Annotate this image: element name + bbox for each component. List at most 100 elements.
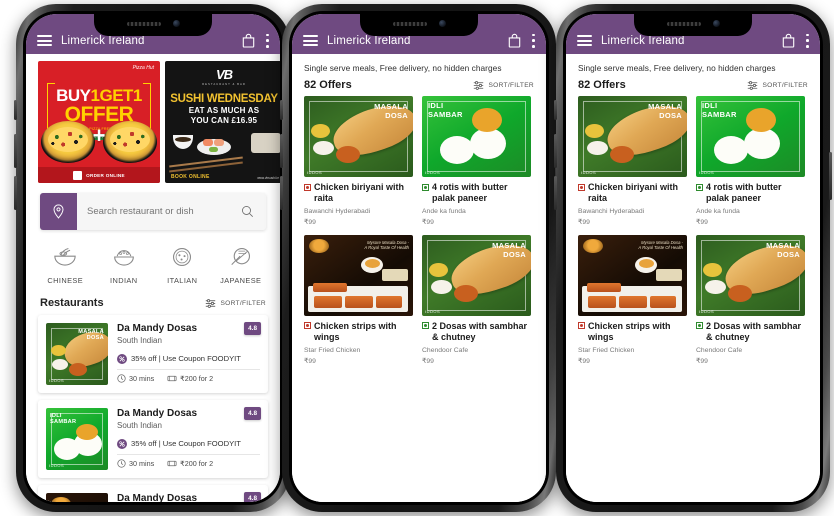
thumb-label: IDLI SAMBAR <box>50 413 76 426</box>
banner-cta-label: ORDER ONLINE <box>86 172 125 178</box>
image-label-line2: DOSA <box>385 110 408 120</box>
side-plate <box>251 133 280 153</box>
restaurant-card[interactable]: Da Mandy Dosas South Indian 4.8 <box>38 485 268 502</box>
offers-grid: MASALA DOSA IDDOS Chicken biriyani with … <box>566 96 820 365</box>
search-input[interactable] <box>77 206 241 217</box>
category-indian[interactable]: INDIAN <box>95 242 154 285</box>
volume-up-button[interactable] <box>14 134 17 168</box>
offer-restaurant: Star Fried Chicken <box>304 346 361 354</box>
earpiece-speaker-icon <box>126 21 161 26</box>
sushi-cta-label[interactable]: BOOK ONLINE <box>171 174 210 180</box>
restaurant-card[interactable]: MASALA DOSA IDDOS Da Mandy Dosas South I… <box>38 315 268 393</box>
mute-switch[interactable] <box>14 100 17 120</box>
offer-price: ₹99 <box>696 357 708 365</box>
offers-content: Single serve meals, Free delivery, no hi… <box>292 54 546 502</box>
image-label-line2: DOSA <box>777 249 800 259</box>
front-camera-icon <box>712 20 720 27</box>
front-camera-icon <box>172 20 180 27</box>
image-label-line2: DOSA <box>659 110 682 120</box>
offer-card[interactable]: MASALA DOSA IDDOS 2 Dosas with sambhar &… <box>422 234 531 365</box>
non-veg-indicator-icon <box>304 322 311 330</box>
hamburger-menu-icon[interactable] <box>577 35 592 46</box>
offer-title-row: Chicken biriyani with raita <box>578 182 687 204</box>
location-button[interactable] <box>40 193 77 230</box>
category-label: CHINESE <box>47 276 84 285</box>
restaurant-coupon: 35% off | Use Coupon FOODYIT <box>117 435 260 449</box>
sort-filter-button[interactable]: SORT/FILTER <box>205 298 266 309</box>
search-section <box>26 183 280 230</box>
offer-card[interactable]: MASALA DOSA IDDOS Chicken biriyani with … <box>304 96 413 226</box>
shopping-bag-icon[interactable] <box>508 33 521 48</box>
offer-card[interactable]: IDLI SAMBAR IDDOS 4 rotis with butter pa… <box>422 96 531 226</box>
idli-piece-1 <box>440 136 474 164</box>
power-button[interactable] <box>829 152 832 200</box>
restaurant-thumbnail <box>46 493 108 502</box>
image-label: MASALA DOSA <box>374 102 408 120</box>
offer-card[interactable]: MASALA DOSA IDDOS Chicken biriyani with … <box>578 96 687 226</box>
kebab-menu-icon[interactable] <box>266 33 269 48</box>
restaurant-meta: 30 mins ₹200 for 2 <box>117 459 260 468</box>
volume-down-button[interactable] <box>554 176 557 210</box>
restaurant-card[interactable]: IDLI SAMBAR IDDOS Da Mandy Dosas South I… <box>38 400 268 478</box>
promo-banner-sushi[interactable]: VB RESTAURANT & BAR SUSHI WEDNESDAY EAT … <box>165 61 280 183</box>
promo-banner-pizza[interactable]: Pizza Hut BUY1GET1 OFFER GET ONE MEDIUM … <box>38 61 160 183</box>
earpiece-speaker-icon <box>392 21 427 26</box>
veg-indicator-icon <box>696 183 703 191</box>
offers-tagline: Single serve meals, Free delivery, no hi… <box>578 63 776 73</box>
category-japanese[interactable]: JAPANESE <box>212 242 271 285</box>
offer-card[interactable]: Mysore Masala Dosa - A Royal Taste Of He… <box>304 234 413 365</box>
phone-notch <box>634 14 752 36</box>
home-content: Pizza Hut BUY1GET1 OFFER GET ONE MEDIUM … <box>26 54 280 502</box>
offers-header: 82 Offers SORT/FILTER <box>292 73 546 96</box>
offer-title: 2 Dosas with sambhar & chutney <box>432 320 528 342</box>
chicken-wing <box>587 282 621 292</box>
image-script-line1: Mysore Masala Dosa - <box>367 239 409 245</box>
sort-filter-button[interactable]: SORT/FILTER <box>473 80 534 91</box>
restaurant-coupon: 35% off | Use Coupon FOODYIT <box>117 350 260 364</box>
offer-card[interactable]: IDLI SAMBAR IDDOS 4 rotis with butter pa… <box>696 96 805 226</box>
mute-switch[interactable] <box>554 100 557 120</box>
category-italian[interactable]: ITALIAN <box>153 242 212 285</box>
phone-mockup-home: Limerick Ireland Pizza Hut BUY1GET1 OFFE… <box>14 4 292 512</box>
chutney-white-bowl <box>313 141 334 155</box>
mute-switch[interactable] <box>280 100 283 120</box>
offer-title: Chicken biriyani with raita <box>588 182 679 203</box>
volume-down-button[interactable] <box>280 176 283 210</box>
restaurant-thumbnail: IDLI SAMBAR IDDOS <box>46 408 108 470</box>
category-chinese[interactable]: CHINESE <box>36 242 95 285</box>
volume-down-button[interactable] <box>14 176 17 210</box>
offer-restaurant: Chendoor Cafe <box>422 346 469 354</box>
phone-screen-home: Limerick Ireland Pizza Hut BUY1GET1 OFFE… <box>26 14 280 502</box>
offer-card[interactable]: MASALA DOSA IDDOS 2 Dosas with sambhar &… <box>696 234 805 365</box>
idli-piece-2 <box>470 128 506 159</box>
sushi-piece-1 <box>203 139 213 146</box>
search-bar[interactable] <box>40 193 266 230</box>
volume-up-button[interactable] <box>554 134 557 168</box>
sliders-icon <box>748 80 758 90</box>
shopping-bag-icon[interactable] <box>242 33 255 48</box>
category-label: JAPANESE <box>220 276 262 285</box>
volume-up-button[interactable] <box>280 134 283 168</box>
hamburger-menu-icon[interactable] <box>303 35 318 46</box>
hamburger-menu-icon[interactable] <box>37 35 52 46</box>
kebab-menu-icon[interactable] <box>532 33 535 48</box>
offer-price: ₹99 <box>304 357 316 365</box>
image-brand: IDDOS <box>425 170 441 175</box>
restaurant-cuisine: South Indian <box>117 420 162 430</box>
pizza-icon <box>153 242 212 272</box>
shopping-bag-icon[interactable] <box>782 33 795 48</box>
magnifier-icon[interactable] <box>241 205 254 218</box>
banner-cta-bar[interactable]: ORDER ONLINE <box>38 167 160 183</box>
wasabi-garnish <box>209 147 218 152</box>
restaurant-info: Da Mandy Dosas South Indian <box>117 408 260 470</box>
cutlery-icon <box>167 375 177 381</box>
sushi-icon <box>212 242 271 272</box>
non-veg-indicator-icon <box>578 322 585 330</box>
promo-banner-carousel[interactable]: Pizza Hut BUY1GET1 OFFER GET ONE MEDIUM … <box>26 54 280 183</box>
offer-price: ₹99 <box>422 218 434 226</box>
offer-card[interactable]: Mysore Masala Dosa - A Royal Taste Of He… <box>578 234 687 365</box>
offer-title: 4 rotis with butter palak paneer <box>432 182 508 203</box>
kebab-menu-icon[interactable] <box>806 33 809 48</box>
sort-filter-button[interactable]: SORT/FILTER <box>747 80 808 91</box>
offer-title: 2 Dosas with sambhar & chutney <box>706 320 802 342</box>
